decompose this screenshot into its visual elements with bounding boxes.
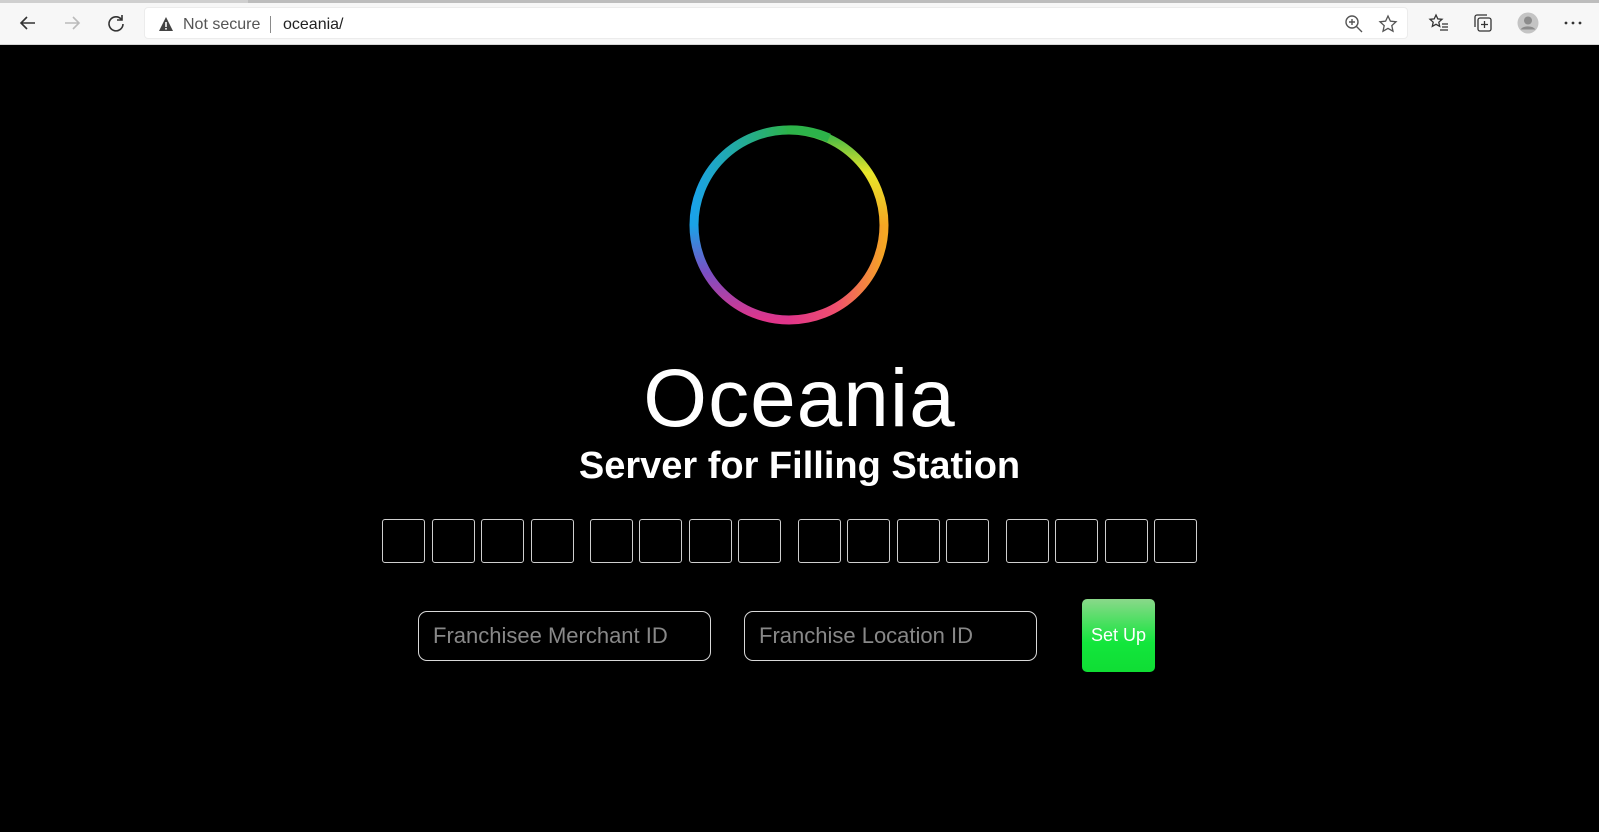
url-text[interactable]: oceania/ [283,16,344,33]
zoom-icon[interactable] [1344,14,1364,34]
tab-strip [0,0,248,3]
code-box[interactable] [847,519,890,563]
favorites-icon[interactable] [1428,12,1450,34]
code-box[interactable] [481,519,524,563]
back-icon [19,16,35,30]
warning-icon [159,17,173,31]
logo-ring-icon [689,125,889,325]
code-box[interactable] [590,519,633,563]
profile-icon[interactable] [1517,12,1539,34]
code-box[interactable] [689,519,732,563]
code-box[interactable] [798,519,841,563]
code-box[interactable] [897,519,940,563]
address-separator [270,16,271,33]
code-box[interactable] [639,519,682,563]
star-icon[interactable] [1378,14,1398,34]
more-icon[interactable] [1562,12,1584,34]
code-box[interactable] [1055,519,1098,563]
tab-strip-bar [248,0,1599,3]
browser-toolbar: Not secure oceania/ [0,0,1599,45]
setup-button[interactable]: Set Up [1082,599,1155,672]
code-box[interactable] [382,519,425,563]
refresh-icon [108,15,124,32]
code-box[interactable] [1105,519,1148,563]
code-box[interactable] [946,519,989,563]
code-box[interactable] [432,519,475,563]
forward-button[interactable] [58,9,86,37]
code-box[interactable] [531,519,574,563]
page-content: Oceania Server for Filling Station Set U… [0,45,1599,832]
page-subtitle: Server for Filling Station [578,445,1021,487]
page-title: Oceania [643,353,956,444]
collections-icon[interactable] [1472,12,1494,34]
code-box[interactable] [1006,519,1049,563]
location-id-field[interactable] [744,611,1037,661]
address-bar[interactable]: Not secure oceania/ [144,7,1408,39]
back-button[interactable] [14,9,42,37]
code-box[interactable] [1154,519,1197,563]
refresh-button[interactable] [102,9,130,37]
code-box[interactable] [738,519,781,563]
merchant-id-field[interactable] [418,611,711,661]
security-label[interactable]: Not secure [183,16,260,33]
forward-icon [65,16,81,30]
